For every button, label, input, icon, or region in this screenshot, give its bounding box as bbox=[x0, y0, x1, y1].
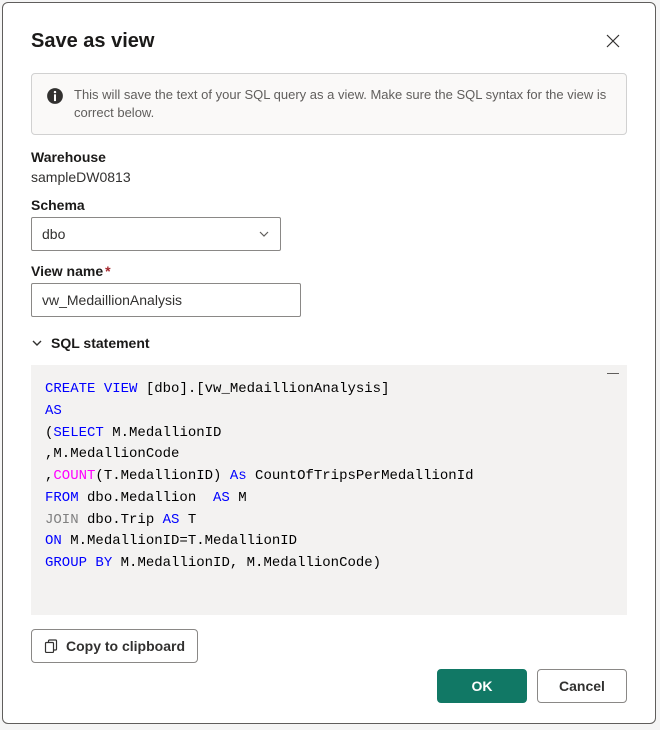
info-banner: This will save the text of your SQL quer… bbox=[31, 73, 627, 135]
dialog-title: Save as view bbox=[31, 30, 154, 53]
cursor-mark bbox=[607, 373, 619, 374]
view-name-label: View name* bbox=[31, 263, 627, 279]
sql-statement-box[interactable]: CREATE VIEW [dbo].[vw_MedaillionAnalysis… bbox=[31, 365, 627, 614]
close-button[interactable] bbox=[599, 27, 627, 55]
save-as-view-dialog: Save as view This will save the text of … bbox=[2, 2, 656, 724]
dialog-header: Save as view bbox=[31, 27, 627, 55]
view-name-input[interactable] bbox=[31, 283, 301, 317]
info-icon bbox=[46, 87, 64, 105]
close-icon bbox=[605, 33, 621, 49]
chevron-down-icon bbox=[258, 228, 270, 240]
sql-statement-label: SQL statement bbox=[51, 335, 150, 351]
schema-dropdown[interactable]: dbo bbox=[31, 217, 281, 251]
sql-statement-toggle[interactable]: SQL statement bbox=[31, 335, 627, 351]
required-asterisk: * bbox=[105, 263, 110, 279]
warehouse-label: Warehouse bbox=[31, 149, 627, 165]
chevron-down-icon bbox=[31, 337, 43, 349]
cancel-button[interactable]: Cancel bbox=[537, 669, 627, 703]
dialog-footer: OK Cancel bbox=[437, 669, 627, 703]
ok-button[interactable]: OK bbox=[437, 669, 527, 703]
schema-label: Schema bbox=[31, 197, 627, 213]
copy-label: Copy to clipboard bbox=[66, 638, 185, 654]
copy-to-clipboard-button[interactable]: Copy to clipboard bbox=[31, 629, 198, 663]
schema-selected: dbo bbox=[42, 226, 65, 242]
info-text: This will save the text of your SQL quer… bbox=[74, 86, 612, 122]
warehouse-value: sampleDW0813 bbox=[31, 169, 627, 185]
copy-icon bbox=[44, 639, 58, 653]
